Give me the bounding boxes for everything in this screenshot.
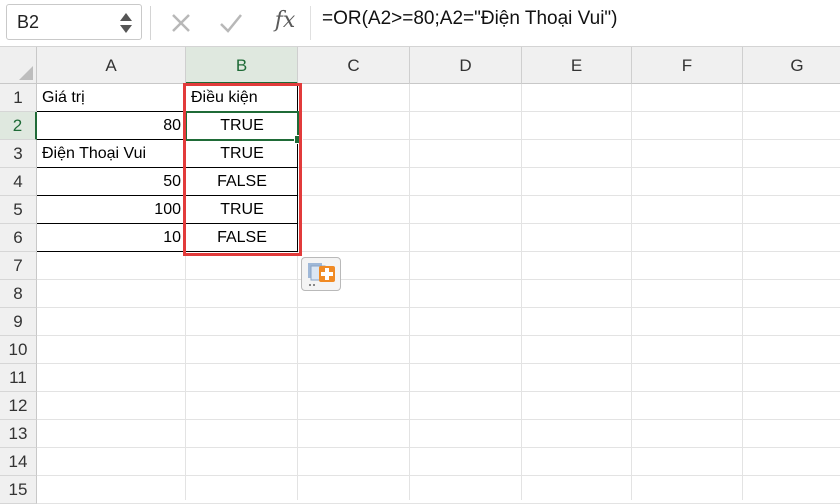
paste-options-icon [308, 263, 335, 286]
cell-a6[interactable]: 10 [37, 224, 186, 252]
row-header-13[interactable]: 13 [0, 420, 37, 448]
name-box-value: B2 [17, 12, 40, 32]
cell-a2[interactable]: 80 [37, 112, 186, 140]
column-header-c[interactable]: C [298, 47, 410, 84]
row-header-8[interactable]: 8 [0, 280, 37, 308]
enter-check-icon[interactable] [218, 10, 244, 36]
formula-bar-divider [150, 6, 151, 40]
row-header-10[interactable]: 10 [0, 336, 37, 364]
formula-input[interactable]: =OR(A2>=80;A2="Điện Thoại Vui") [322, 8, 618, 30]
gridline-horizontal [37, 335, 840, 336]
gridline-horizontal [37, 307, 840, 308]
gridline-vertical [742, 84, 743, 500]
cell-a3[interactable]: Điện Thoại Vui [37, 140, 186, 168]
highlight-box [183, 83, 302, 256]
column-header-f[interactable]: F [632, 47, 743, 84]
gridline-horizontal [37, 363, 840, 364]
row-header-11[interactable]: 11 [0, 364, 37, 392]
row-header-1[interactable]: 1 [0, 84, 37, 112]
formula-divider [310, 6, 311, 40]
row-header-12[interactable]: 12 [0, 392, 37, 420]
spreadsheet-grid[interactable]: A B C D E F G 1 2 3 4 5 6 7 8 9 10 11 12 13 14 15 Giá trị Điều … [0, 47, 840, 504]
row-header-5[interactable]: 5 [0, 196, 37, 224]
column-header-a[interactable]: A [37, 47, 186, 84]
cell-a4[interactable]: 50 [37, 168, 186, 196]
column-header-e[interactable]: E [522, 47, 632, 84]
gridline-horizontal [37, 475, 840, 476]
cell-a1[interactable]: Giá trị [37, 84, 186, 112]
select-all-icon [19, 66, 33, 80]
row-header-2[interactable]: 2 [0, 112, 37, 140]
gridline-vertical [631, 84, 632, 500]
row-header-7[interactable]: 7 [0, 252, 37, 280]
gridline-horizontal [37, 279, 840, 280]
row-header-6[interactable]: 6 [0, 224, 37, 252]
row-header-14[interactable]: 14 [0, 448, 37, 476]
row-header-3[interactable]: 3 [0, 140, 37, 168]
gridline-horizontal [37, 391, 840, 392]
gridline-vertical [521, 84, 522, 500]
row-header-9[interactable]: 9 [0, 308, 37, 336]
gridline-vertical [409, 84, 410, 500]
column-header-g[interactable]: G [743, 47, 840, 84]
paste-options-button[interactable] [301, 257, 341, 291]
formula-bar: B2 fx =OR(A2>=80;A2="Điện Thoại Vui") [0, 0, 840, 47]
stepper-icon[interactable] [119, 11, 133, 35]
row-header-4[interactable]: 4 [0, 168, 37, 196]
gridline-horizontal [37, 419, 840, 420]
name-box[interactable]: B2 [6, 4, 142, 40]
select-all-corner[interactable] [0, 47, 37, 84]
cancel-x-icon[interactable] [168, 10, 194, 36]
column-header-d[interactable]: D [410, 47, 522, 84]
fx-icon[interactable]: fx [270, 6, 300, 36]
cell-a5[interactable]: 100 [37, 196, 186, 224]
gridline-horizontal [37, 447, 840, 448]
column-header-b[interactable]: B [186, 47, 298, 84]
